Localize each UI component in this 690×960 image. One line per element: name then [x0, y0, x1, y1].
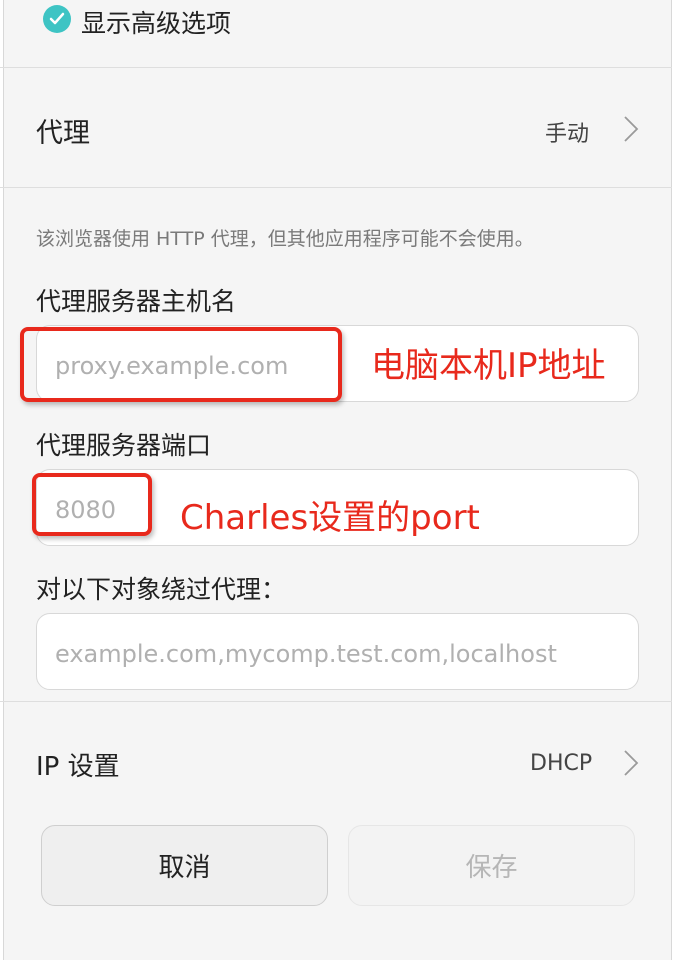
proxy-row[interactable]: 代理 手动 [4, 68, 671, 186]
proxy-value: 手动 [545, 122, 590, 147]
annotation-hostname: 电脑本机IP地址 [371, 346, 606, 386]
ip-settings-row[interactable]: IP 设置 DHCP [4, 702, 671, 820]
hostname-label: 代理服务器主机名 [36, 287, 237, 316]
bypass-input[interactable]: example.com,mycomp.test.com,localhost [36, 613, 639, 690]
annotation-box-port [32, 473, 152, 536]
bypass-placeholder: example.com,mycomp.test.com,localhost [55, 640, 557, 668]
save-button[interactable]: 保存 [348, 825, 635, 906]
port-label: 代理服务器端口 [36, 431, 212, 460]
ip-settings-value: DHCP [530, 751, 593, 776]
ip-settings-label: IP 设置 [36, 752, 120, 782]
annotation-port: Charles设置的port [180, 498, 480, 538]
proxy-note: 该浏览器使用 HTTP 代理，但其他应用程序可能不会使用。 [36, 228, 534, 250]
checkbox-checked-icon[interactable] [43, 5, 71, 33]
advanced-options-label[interactable]: 显示高级选项 [81, 4, 231, 40]
chevron-right-icon [624, 116, 639, 142]
chevron-right-icon [624, 750, 639, 776]
bypass-label: 对以下对象绕过代理： [36, 575, 287, 604]
annotation-box-hostname [20, 327, 342, 402]
divider [0, 187, 672, 188]
cancel-button[interactable]: 取消 [41, 825, 328, 906]
proxy-label: 代理 [36, 118, 90, 149]
